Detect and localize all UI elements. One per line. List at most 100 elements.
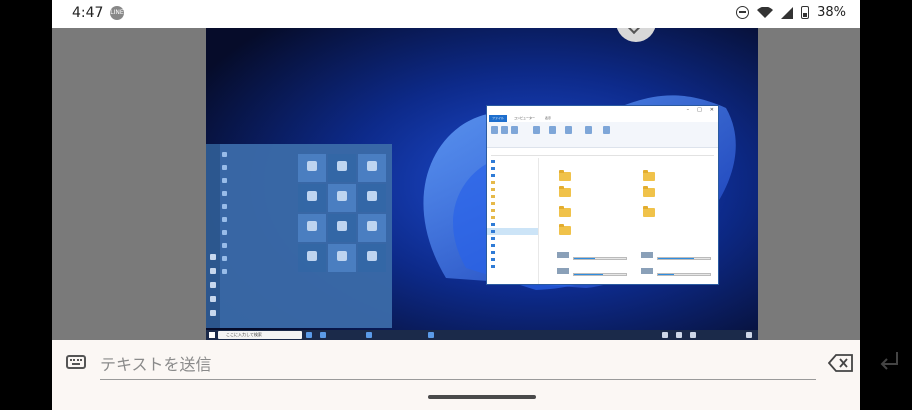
nav-item[interactable] bbox=[487, 193, 538, 200]
send-text-input[interactable] bbox=[100, 350, 816, 380]
nav-item[interactable] bbox=[487, 221, 538, 228]
system-icon[interactable] bbox=[603, 126, 610, 134]
tile-icon bbox=[307, 221, 317, 231]
settings-icon[interactable] bbox=[585, 126, 592, 134]
network-location-icon[interactable] bbox=[565, 126, 572, 134]
start-tile[interactable] bbox=[328, 154, 356, 182]
nav-item[interactable] bbox=[487, 200, 538, 207]
network-drive-icon[interactable] bbox=[549, 126, 556, 134]
start-tile[interactable] bbox=[358, 214, 386, 242]
explorer-nav-pane bbox=[487, 158, 539, 284]
remote-viewport[interactable]: – □ ✕ ファイル コンピューター 表示 ここに入力して検索 bbox=[52, 28, 860, 340]
ribbon-tab-computer[interactable]: コンピューター bbox=[511, 115, 538, 122]
start-app-item[interactable] bbox=[222, 265, 302, 278]
taskbar-search-box[interactable]: ここに入力して検索 bbox=[218, 331, 302, 339]
properties-icon[interactable] bbox=[491, 126, 498, 134]
app-icon bbox=[222, 217, 227, 222]
address-bar[interactable] bbox=[491, 149, 714, 156]
start-app-item[interactable] bbox=[222, 187, 302, 200]
start-app-item[interactable] bbox=[222, 213, 302, 226]
nav-item[interactable] bbox=[487, 207, 538, 214]
tile-icon bbox=[307, 161, 317, 171]
power-icon[interactable] bbox=[210, 310, 216, 316]
app-icon bbox=[222, 152, 227, 157]
tile-icon bbox=[367, 251, 377, 261]
start-tiles bbox=[298, 148, 390, 272]
nav-item[interactable] bbox=[487, 165, 538, 172]
settings-icon[interactable] bbox=[210, 296, 216, 302]
drive-icon[interactable] bbox=[641, 252, 653, 258]
start-app-item[interactable] bbox=[222, 239, 302, 252]
ribbon-tab-view[interactable]: 表示 bbox=[542, 115, 554, 122]
start-app-item[interactable] bbox=[222, 226, 302, 239]
battery-percent: 38% bbox=[817, 5, 846, 20]
nav-item[interactable] bbox=[487, 172, 538, 179]
start-tile[interactable] bbox=[358, 154, 386, 182]
ribbon-tab-file[interactable]: ファイル bbox=[489, 115, 508, 122]
drive-icon[interactable] bbox=[557, 268, 569, 274]
start-tile[interactable] bbox=[328, 184, 356, 212]
notification-icon[interactable] bbox=[746, 332, 752, 338]
folder-icon[interactable] bbox=[559, 186, 571, 197]
start-app-item[interactable] bbox=[222, 148, 302, 161]
folder-icon bbox=[491, 258, 495, 261]
open-icon[interactable] bbox=[501, 126, 508, 134]
keyboard-icon[interactable] bbox=[66, 355, 86, 369]
close-icon[interactable]: ✕ bbox=[710, 106, 714, 115]
start-app-item[interactable] bbox=[222, 252, 302, 265]
nav-item[interactable] bbox=[487, 214, 538, 221]
backspace-icon[interactable] bbox=[828, 354, 854, 372]
file-explorer-window[interactable]: – □ ✕ ファイル コンピューター 表示 bbox=[486, 105, 719, 285]
nav-item[interactable] bbox=[487, 256, 538, 263]
pc-icon[interactable] bbox=[366, 332, 372, 338]
folder-icon[interactable] bbox=[559, 170, 571, 181]
folder-icon[interactable] bbox=[643, 186, 655, 197]
maximize-icon[interactable]: □ bbox=[697, 106, 702, 115]
start-app-item[interactable] bbox=[222, 161, 302, 174]
nav-item[interactable] bbox=[487, 242, 538, 249]
start-app-item[interactable] bbox=[222, 200, 302, 213]
start-tile[interactable] bbox=[298, 184, 326, 212]
folder-icon[interactable] bbox=[559, 206, 571, 217]
enter-icon[interactable] bbox=[878, 350, 900, 374]
letterbox-left bbox=[0, 0, 52, 410]
minimize-icon[interactable]: – bbox=[687, 106, 690, 115]
task-view-icon[interactable] bbox=[306, 332, 312, 338]
nav-item[interactable] bbox=[487, 186, 538, 193]
rename-icon[interactable] bbox=[511, 126, 518, 134]
media-icon[interactable] bbox=[533, 126, 540, 134]
nav-item[interactable] bbox=[487, 249, 538, 256]
folder-icon[interactable] bbox=[643, 170, 655, 181]
nav-item-this-pc[interactable] bbox=[487, 228, 538, 235]
explorer-taskbar-icon[interactable] bbox=[428, 332, 434, 338]
start-app-item[interactable] bbox=[222, 174, 302, 187]
start-tile[interactable] bbox=[298, 154, 326, 182]
system-tray-icon[interactable] bbox=[662, 332, 668, 338]
start-tile[interactable] bbox=[298, 244, 326, 272]
nav-item[interactable] bbox=[487, 235, 538, 242]
start-tile[interactable] bbox=[298, 214, 326, 242]
remote-desktop-app-icon[interactable] bbox=[320, 332, 326, 338]
user-icon[interactable] bbox=[210, 254, 216, 260]
start-tile[interactable] bbox=[358, 244, 386, 272]
folder-icon[interactable] bbox=[559, 224, 571, 235]
nav-item[interactable] bbox=[487, 179, 538, 186]
status-bar: 4:47 LINE 38% bbox=[52, 0, 860, 28]
nav-item[interactable] bbox=[487, 263, 538, 270]
volume-icon[interactable] bbox=[690, 332, 696, 338]
start-tile[interactable] bbox=[328, 214, 356, 242]
network-icon[interactable] bbox=[676, 332, 682, 338]
start-tile[interactable] bbox=[358, 184, 386, 212]
drive-icon[interactable] bbox=[557, 252, 569, 258]
picture-icon[interactable] bbox=[210, 282, 216, 288]
drive-icon[interactable] bbox=[641, 268, 653, 274]
nav-item[interactable] bbox=[487, 158, 538, 165]
start-tile[interactable] bbox=[328, 244, 356, 272]
folder-icon[interactable] bbox=[643, 206, 655, 217]
home-gesture-pill[interactable] bbox=[428, 395, 536, 399]
windows-desktop[interactable]: – □ ✕ ファイル コンピューター 表示 ここに入力して検索 bbox=[206, 28, 758, 340]
windows-start-icon[interactable] bbox=[209, 332, 215, 338]
drive-usage-bar bbox=[573, 257, 627, 260]
document-icon[interactable] bbox=[210, 268, 216, 274]
navigation-bar bbox=[52, 386, 860, 410]
